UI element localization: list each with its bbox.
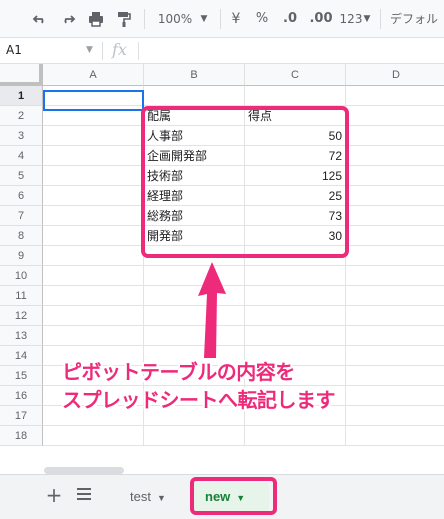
annotation-line-1: ピボットテーブルの内容を <box>62 360 295 384</box>
chevron-down-icon[interactable]: ▼ <box>157 493 166 503</box>
pointer-arrow-icon <box>198 262 226 358</box>
highlight-box-tab <box>190 477 277 515</box>
sheet-list-icon[interactable] <box>77 488 91 500</box>
sheet-tab-test[interactable]: test ▼ <box>118 483 178 511</box>
plus-icon[interactable]: + <box>44 485 64 505</box>
annotation-caption: ピボットテーブルの内容を スプレッドシートへ転記します <box>62 358 442 414</box>
sheet-tab-label: test <box>130 489 151 504</box>
annotation-line-2: スプレッドシートへ転記します <box>62 388 336 412</box>
